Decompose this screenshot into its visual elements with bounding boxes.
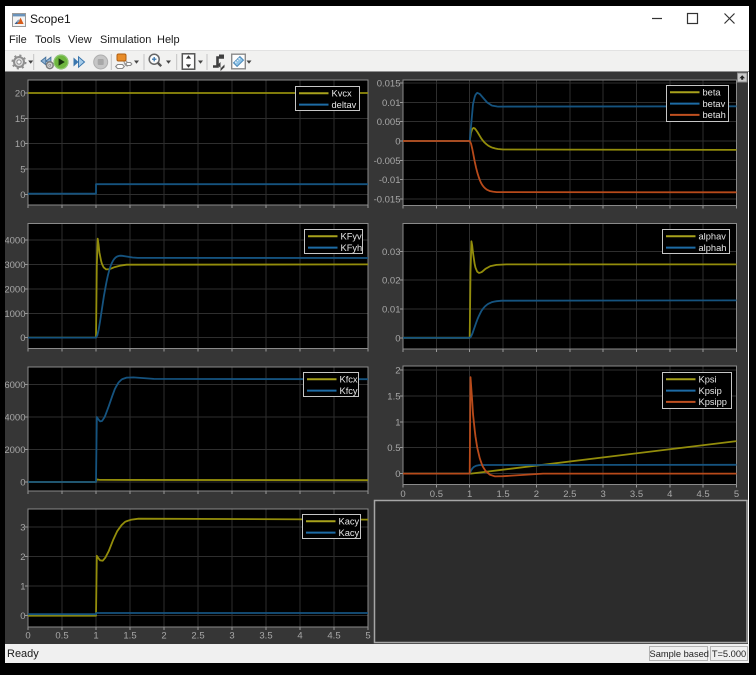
svg-text:0: 0: [25, 631, 30, 642]
svg-text:betah: betah: [703, 110, 726, 120]
svg-text:-0.005: -0.005: [374, 156, 401, 167]
svg-text:-0.01: -0.01: [379, 175, 401, 186]
svg-text:2.5: 2.5: [563, 489, 576, 500]
svg-text:3: 3: [20, 523, 25, 534]
svg-text:2000: 2000: [5, 445, 26, 456]
svg-text:0.01: 0.01: [382, 305, 401, 316]
svg-text:0: 0: [395, 137, 400, 148]
svg-text:-0.015: -0.015: [374, 194, 401, 205]
svg-text:5: 5: [365, 631, 370, 642]
svg-text:Kfcx: Kfcx: [340, 375, 358, 385]
svg-text:0: 0: [395, 333, 400, 344]
svg-text:0: 0: [20, 478, 25, 489]
svg-text:Kpsip: Kpsip: [699, 386, 722, 396]
svg-text:2: 2: [161, 631, 166, 642]
svg-text:Kvcx: Kvcx: [332, 89, 352, 99]
svg-text:1: 1: [395, 417, 400, 428]
svg-text:2000: 2000: [5, 284, 26, 295]
svg-text:0.015: 0.015: [377, 79, 401, 90]
svg-text:KFyv: KFyv: [341, 232, 363, 242]
svg-text:alphav: alphav: [699, 232, 727, 242]
svg-text:1: 1: [467, 489, 472, 500]
svg-text:3.5: 3.5: [630, 489, 643, 500]
svg-text:Kpsipp: Kpsipp: [699, 397, 727, 407]
svg-text:0.02: 0.02: [382, 276, 401, 287]
svg-text:4.5: 4.5: [327, 631, 340, 642]
svg-text:deltav: deltav: [332, 100, 357, 110]
svg-text:4000: 4000: [5, 413, 26, 424]
svg-text:betav: betav: [703, 99, 726, 109]
svg-text:0: 0: [20, 190, 25, 201]
svg-text:1: 1: [93, 631, 98, 642]
svg-text:5: 5: [20, 165, 25, 176]
svg-text:Kacy: Kacy: [339, 517, 360, 527]
svg-text:0: 0: [400, 489, 405, 500]
svg-text:1.5: 1.5: [123, 631, 136, 642]
svg-text:20: 20: [15, 89, 26, 100]
svg-text:0.5: 0.5: [387, 443, 400, 454]
svg-text:0: 0: [20, 333, 25, 344]
svg-text:beta: beta: [703, 88, 722, 98]
svg-text:0: 0: [20, 611, 25, 622]
svg-text:2: 2: [20, 552, 25, 563]
svg-text:Kfcy: Kfcy: [340, 386, 358, 396]
svg-text:2: 2: [395, 366, 400, 377]
svg-text:0.5: 0.5: [55, 631, 68, 642]
svg-text:1: 1: [20, 582, 25, 593]
svg-text:1.5: 1.5: [496, 489, 509, 500]
svg-text:4: 4: [297, 631, 302, 642]
svg-text:Kpsi: Kpsi: [699, 375, 717, 385]
svg-text:5: 5: [734, 489, 739, 500]
svg-text:1000: 1000: [5, 309, 26, 320]
svg-text:4: 4: [667, 489, 672, 500]
svg-text:10: 10: [15, 139, 26, 150]
svg-text:0.5: 0.5: [430, 489, 443, 500]
svg-text:1.5: 1.5: [387, 391, 400, 402]
svg-text:4.5: 4.5: [696, 489, 709, 500]
svg-text:3.5: 3.5: [259, 631, 272, 642]
svg-text:KFyh: KFyh: [341, 243, 363, 253]
svg-text:4000: 4000: [5, 236, 26, 247]
svg-text:2: 2: [534, 489, 539, 500]
svg-text:alphah: alphah: [699, 243, 727, 253]
svg-text:6000: 6000: [5, 380, 26, 391]
svg-text:3: 3: [229, 631, 234, 642]
svg-text:0.01: 0.01: [382, 98, 401, 109]
svg-text:3: 3: [600, 489, 605, 500]
svg-text:0: 0: [395, 469, 400, 480]
svg-text:0.005: 0.005: [377, 117, 401, 128]
svg-text:3000: 3000: [5, 260, 26, 271]
svg-text:15: 15: [15, 114, 26, 125]
svg-text:0.03: 0.03: [382, 247, 401, 258]
svg-text:2.5: 2.5: [191, 631, 204, 642]
svg-text:Kacy: Kacy: [339, 528, 360, 538]
